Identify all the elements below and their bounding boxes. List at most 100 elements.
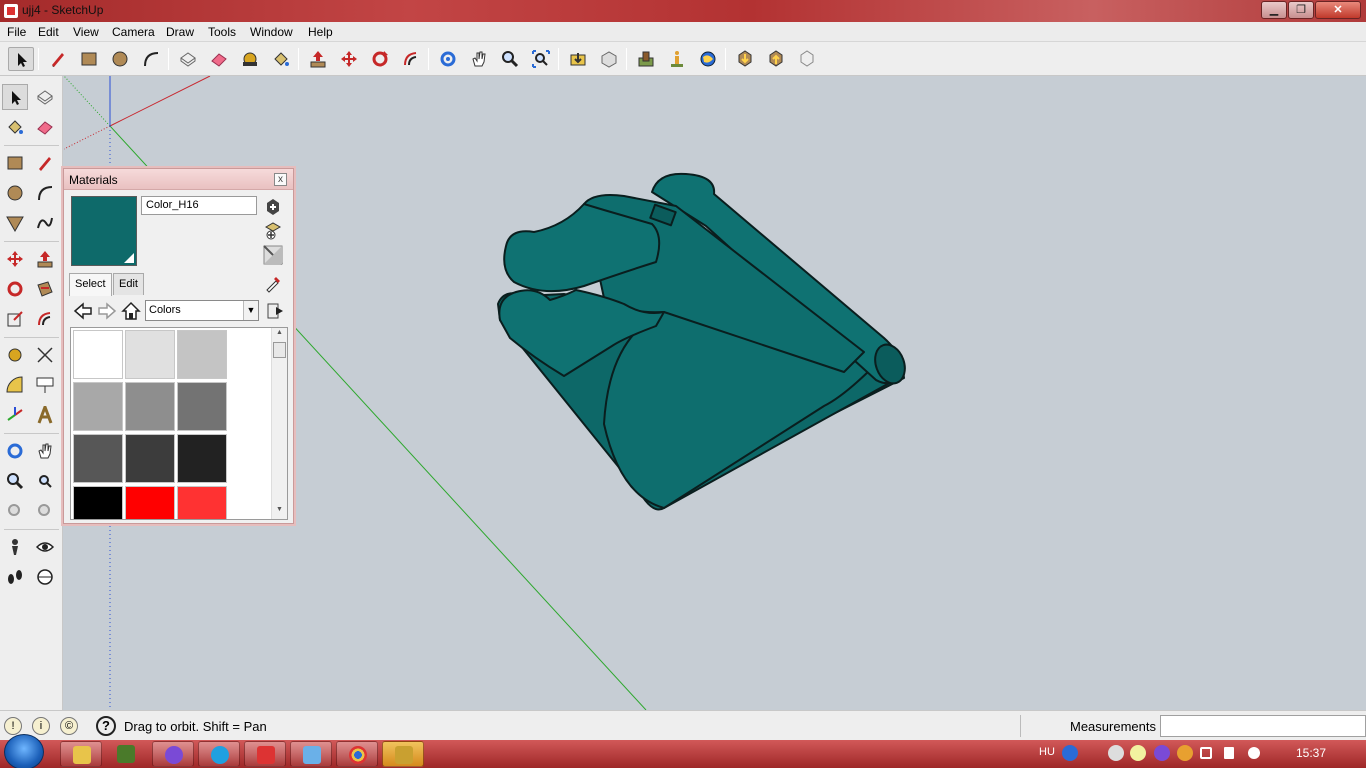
left-position-camera-button[interactable] [2,534,28,560]
left-offset-button[interactable] [32,306,58,332]
left-rectangle-button[interactable] [2,150,28,176]
volume-icon[interactable] [1248,747,1260,759]
menu-file[interactable]: File [7,25,26,39]
left-component-button[interactable] [32,84,58,110]
taskbar-chrome[interactable] [336,741,378,767]
orbit-tool-button[interactable] [435,47,461,71]
left-line-button[interactable] [32,150,58,176]
steam-icon[interactable] [1108,745,1124,761]
menu-edit[interactable]: Edit [38,25,59,39]
update-icon[interactable] [1177,745,1193,761]
network-icon[interactable] [1200,747,1212,759]
scroll-down-icon[interactable]: ▼ [272,506,287,518]
toggle-terrain-button[interactable] [664,47,690,71]
maximize-button[interactable]: ❐ [1288,1,1314,19]
left-walk-button[interactable] [2,564,28,590]
menu-draw[interactable]: Draw [166,25,194,39]
collection-dropdown[interactable]: Colors ▼ [145,300,259,321]
left-section-plane-button[interactable] [32,564,58,590]
left-select-button[interactable] [2,84,28,110]
left-circle-button[interactable] [2,180,28,206]
extension-button[interactable] [794,47,820,71]
menu-tools[interactable]: Tools [208,25,236,39]
color-swatch[interactable] [125,330,175,379]
left-pan-button[interactable] [32,438,58,464]
left-orbit-button[interactable] [2,438,28,464]
left-protractor-button[interactable] [2,372,28,398]
back-button[interactable] [73,301,93,321]
left-freehand-button[interactable] [32,210,58,236]
materials-close-button[interactable]: x [274,173,287,186]
flag-icon[interactable] [1224,747,1234,759]
zoom-tool-button[interactable] [497,47,523,71]
sample-paint-toggle[interactable] [263,245,283,265]
scroll-up-icon[interactable]: ▲ [272,329,287,341]
color-swatch[interactable] [125,382,175,431]
material-name-field[interactable]: Color_H16 [141,196,257,215]
rectangle-tool-button[interactable] [76,47,102,71]
home-button[interactable] [121,301,141,321]
taskbar-app-purple[interactable] [152,741,194,767]
left-zoom-button[interactable] [2,468,28,494]
create-material-button[interactable] [263,197,283,217]
tape-measure-tool-button[interactable] [237,47,263,71]
left-scale-button[interactable] [2,306,28,332]
pencil-tool-button[interactable] [45,47,71,71]
color-swatch[interactable] [177,486,227,519]
color-swatch[interactable] [177,330,227,379]
forward-button[interactable] [97,301,117,321]
paint-bucket-tool-button[interactable] [268,47,294,71]
menu-help[interactable]: Help [308,25,333,39]
left-next-view-button[interactable] [32,498,58,524]
user-icon[interactable]: © [60,717,78,735]
help-icon[interactable]: ? [96,716,116,736]
close-button[interactable]: ✕ [1315,1,1361,19]
left-paint-button[interactable] [2,114,28,140]
zoom-extents-button[interactable] [528,47,554,71]
left-rotate-button[interactable] [2,276,28,302]
left-follow-me-button[interactable] [32,276,58,302]
taskbar-explorer[interactable] [60,741,102,767]
select-tool-button[interactable] [8,47,34,71]
menu-window[interactable]: Window [250,25,293,39]
details-button[interactable] [265,301,285,321]
taskbar-minecraft[interactable] [105,741,147,767]
left-polygon-button[interactable] [2,210,28,236]
left-arc-button[interactable] [32,180,58,206]
left-tape-button[interactable] [2,342,28,368]
push-pull-tool-button[interactable] [305,47,331,71]
left-push-pull-button[interactable] [32,246,58,272]
menu-camera[interactable]: Camera [112,25,155,39]
measurements-input[interactable] [1160,715,1366,737]
move-tool-button[interactable] [336,47,362,71]
taskbar-skype[interactable] [198,741,240,767]
share-model-button[interactable] [596,47,622,71]
left-dimension-button[interactable] [32,342,58,368]
get-models-button[interactable] [565,47,591,71]
get-photo-textures-button[interactable] [732,47,758,71]
geo-location-icon[interactable]: ! [4,717,22,735]
tab-edit[interactable]: Edit [113,273,144,295]
eraser-tool-button[interactable] [206,47,232,71]
swatch-scrollbar[interactable]: ▲ ▼ [271,328,287,519]
eyedropper-button[interactable] [264,273,284,293]
rotate-tool-button[interactable] [367,47,393,71]
add-location-button[interactable] [633,47,659,71]
language-indicator[interactable]: HU [1039,746,1055,758]
pan-tool-button[interactable] [466,47,492,71]
offset-tool-button[interactable] [398,47,424,71]
minimize-button[interactable]: ▁ [1261,1,1287,19]
taskbar-active-app[interactable] [382,741,424,767]
arc-tool-button[interactable] [138,47,164,71]
tab-select[interactable]: Select [69,273,112,296]
left-move-button[interactable] [2,246,28,272]
color-swatch[interactable] [73,434,123,483]
app-tray-icon[interactable] [1154,745,1170,761]
left-3d-text-button[interactable] [32,402,58,428]
clock-time[interactable]: 15:37 [1296,746,1326,760]
left-eraser-button[interactable] [32,114,58,140]
menu-view[interactable]: View [73,25,99,39]
notes-icon[interactable] [1130,745,1146,761]
color-swatch[interactable] [73,330,123,379]
circle-tool-button[interactable] [107,47,133,71]
